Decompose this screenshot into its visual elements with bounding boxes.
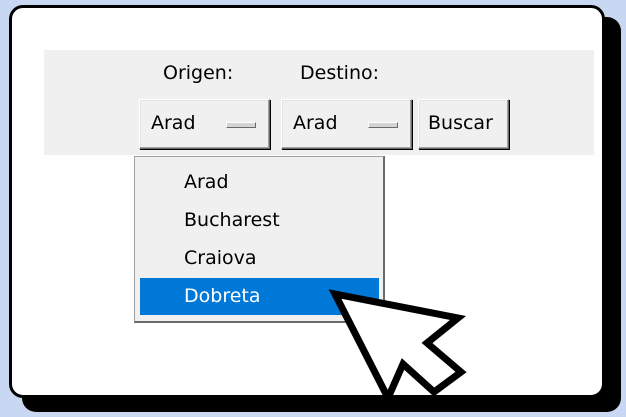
origen-label: Origen: xyxy=(163,62,234,84)
destino-option-menu[interactable]: Arad xyxy=(281,99,412,149)
mouse-pointer-icon xyxy=(328,289,467,407)
option-menu-indicator-icon xyxy=(368,122,398,128)
origen-option-menu[interactable]: Arad xyxy=(139,99,270,149)
buscar-button-label: Buscar xyxy=(428,112,493,134)
dropdown-option-craiova[interactable]: Craiova xyxy=(140,240,379,277)
dropdown-option-arad[interactable]: Arad xyxy=(140,164,379,201)
origen-selected-value: Arad xyxy=(151,112,196,134)
option-menu-indicator-icon xyxy=(226,122,256,128)
destino-label: Destino: xyxy=(300,62,380,84)
dropdown-option-bucharest[interactable]: Bucharest xyxy=(140,202,379,239)
destino-selected-value: Arad xyxy=(293,112,338,134)
buscar-button[interactable]: Buscar xyxy=(418,99,509,149)
